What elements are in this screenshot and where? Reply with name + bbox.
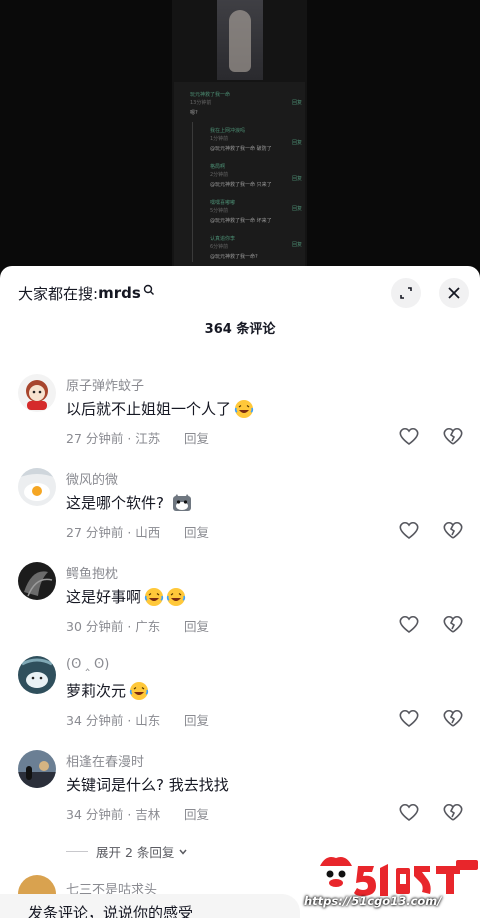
laughing-crying-emoji [144, 587, 164, 606]
search-icon [143, 284, 154, 295]
video-person-figure [229, 10, 251, 72]
trending-search[interactable]: 大家都在搜: mrds [18, 281, 155, 305]
comment-text: 以后就不止姐姐一个人了 [66, 398, 254, 419]
divider [66, 851, 88, 852]
close-icon [448, 287, 460, 299]
avatar[interactable] [18, 656, 56, 694]
comment-text-content: 以后就不止姐姐一个人了 [66, 400, 232, 418]
background-comment-list: 玩元神救了我一命 13分钟前 嗯? 回复 我在上网冲浪吗 1分钟前 @玩元神救了… [174, 82, 305, 272]
cat-face-emoji [172, 493, 191, 511]
comment-item[interactable]: (ʘ ‸ ʘ) 萝莉次元 34 分钟前 · 山东 回复 [0, 656, 480, 750]
bg-reply-label: 回复 [292, 140, 303, 146]
expand-icon [400, 287, 412, 299]
comment-text: 萝莉次元 [66, 680, 149, 701]
comment-username[interactable]: 微风的微 [66, 469, 118, 488]
comment-item[interactable]: 微风的微 这是哪个软件? 27 分钟前 · 山西 回复 [0, 468, 480, 562]
video-background: 玩元神救了我一命 13分钟前 嗯? 回复 我在上网冲浪吗 1分钟前 @玩元神救了… [0, 0, 480, 280]
broken-heart-icon[interactable] [442, 614, 464, 634]
comment-sheet: 大家都在搜: mrds 364 条评论 原子弹炸蚊子 以后就不止姐姐一个人了 2… [0, 266, 480, 918]
video-thumbnail[interactable] [217, 0, 263, 80]
comment-count: 364 条评论 [204, 322, 276, 337]
laughing-crying-emoji [166, 587, 186, 606]
comment-item[interactable]: 相逢在春漫时 关键词是什么? 我去找找 34 分钟前 · 吉林 回复 [0, 750, 480, 844]
bg-comment-text: @玩元神救了我一命 只来了 [210, 182, 272, 188]
bg-reply-label: 回复 [292, 242, 303, 248]
bg-reply-label: 回复 [292, 176, 303, 182]
avatar[interactable] [18, 750, 56, 788]
thread-line [192, 122, 193, 262]
comment-text-content: 关键词是什么? 我去找找 [66, 776, 229, 794]
trending-search-prefix: 大家都在搜: [18, 284, 99, 303]
bg-reply-label: 回复 [292, 206, 303, 212]
comment-text: 这是好事啊 [66, 586, 186, 607]
heart-icon[interactable] [398, 708, 420, 728]
bg-comment-name: 我在上网冲浪吗 [210, 128, 246, 134]
expand-replies-button[interactable]: 展开 2 条回复 [66, 842, 188, 861]
bg-comment-time: 13分钟前 [190, 100, 212, 106]
laughing-crying-emoji [234, 399, 254, 418]
comment-username[interactable]: 原子弹炸蚊子 [66, 375, 144, 394]
bg-comment-name: 嘿嘿喜嘟嘟 [210, 200, 236, 206]
comment-text-content: 这是哪个软件? [66, 494, 164, 512]
watermark-url: https://51cgo13.com/ [304, 894, 442, 908]
laughing-crying-emoji [129, 681, 149, 700]
comment-input-placeholder: 发条评论，说说你的感受 [28, 904, 194, 918]
bg-comment-time: 2分钟前 [210, 172, 229, 178]
broken-heart-icon[interactable] [442, 520, 464, 540]
reply-button[interactable]: 回复 [184, 710, 209, 729]
comment-meta: 34 分钟前 · 山东 [66, 713, 161, 728]
comment-text-content: 这是好事啊 [66, 588, 142, 606]
comment-text: 这是哪个软件? [66, 492, 192, 513]
comment-input[interactable]: 发条评论，说说你的感受 [0, 894, 300, 918]
comment-username[interactable]: 鳄鱼抱枕 [66, 563, 118, 582]
reply-button[interactable]: 回复 [184, 804, 209, 823]
heart-icon[interactable] [398, 614, 420, 634]
avatar[interactable] [18, 374, 56, 412]
chevron-down-icon [179, 849, 187, 855]
heart-icon[interactable] [398, 426, 420, 446]
screen: 玩元神救了我一命 13分钟前 嗯? 回复 我在上网冲浪吗 1分钟前 @玩元神救了… [0, 0, 480, 918]
reply-button[interactable]: 回复 [184, 428, 209, 447]
bg-comment-name: 玩元神救了我一命 [190, 92, 231, 98]
comment-item[interactable]: 原子弹炸蚊子 以后就不止姐姐一个人了 27 分钟前 · 江苏 回复 [0, 374, 480, 468]
bg-comment-text: @玩元神救了我一命 坏来了 [210, 218, 272, 224]
bg-comment-time: 5分钟前 [210, 208, 229, 214]
fullscreen-button[interactable] [391, 278, 421, 308]
comment-meta: 27 分钟前 · 江苏 [66, 431, 161, 446]
bg-reply-label: 回复 [292, 100, 303, 106]
broken-heart-icon[interactable] [442, 802, 464, 822]
broken-heart-icon[interactable] [442, 708, 464, 728]
comment-meta: 30 分钟前 · 广东 [66, 619, 161, 634]
close-button[interactable] [439, 278, 469, 308]
broken-heart-icon[interactable] [442, 426, 464, 446]
comment-username[interactable]: (ʘ ‸ ʘ) [66, 657, 109, 672]
bg-comment-text: @玩元神救了我一命 破防了 [210, 146, 272, 152]
trending-search-term[interactable]: mrds [98, 284, 141, 302]
avatar[interactable] [18, 468, 56, 506]
comment-username[interactable]: 相逢在春漫时 [66, 751, 144, 770]
heart-icon[interactable] [398, 802, 420, 822]
comment-item[interactable]: 鳄鱼抱枕 这是好事啊 30 分钟前 · 广东 回复 [0, 562, 480, 656]
comment-meta: 27 分钟前 · 山西 [66, 525, 161, 540]
bg-comment-time: 1分钟前 [210, 136, 229, 142]
comment-text-content: 萝莉次元 [66, 682, 127, 700]
heart-icon[interactable] [398, 520, 420, 540]
reply-button[interactable]: 回复 [184, 616, 209, 635]
avatar[interactable] [18, 562, 56, 600]
expand-replies-label: 展开 2 条回复 [96, 845, 175, 860]
comment-meta: 34 分钟前 · 吉林 [66, 807, 161, 822]
bg-comment-text: @玩元神救了我一命? [210, 254, 258, 260]
bg-comment-text: 嗯? [190, 110, 198, 116]
comment-text: 关键词是什么? 我去找找 [66, 774, 229, 795]
bg-comment-time: 6分钟前 [210, 244, 229, 250]
reply-button[interactable]: 回复 [184, 522, 209, 541]
bg-comment-name: 认真追你李 [210, 236, 236, 242]
bg-comment-name: 格局啊 [210, 164, 226, 170]
